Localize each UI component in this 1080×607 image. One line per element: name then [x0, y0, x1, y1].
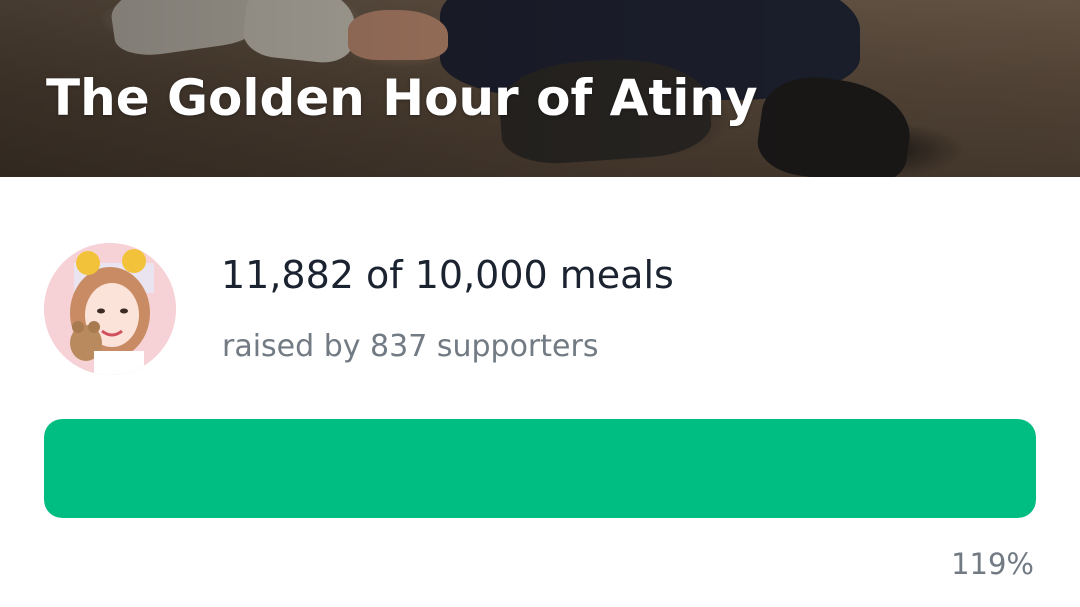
meals-raised-text: 11,882 of 10,000 meals	[221, 253, 674, 297]
campaign-title: The Golden Hour of Atiny	[46, 69, 758, 127]
hero-banner: The Golden Hour of Atiny	[0, 0, 1080, 177]
progress-percent: 119%	[951, 547, 1034, 581]
progress-bar	[44, 419, 1036, 518]
supporters-count-text: raised by 837 supporters	[222, 329, 599, 364]
avatar-illustration	[44, 243, 176, 375]
progress-bar-fill	[44, 419, 1036, 518]
fundraiser-avatar[interactable]	[44, 243, 176, 375]
